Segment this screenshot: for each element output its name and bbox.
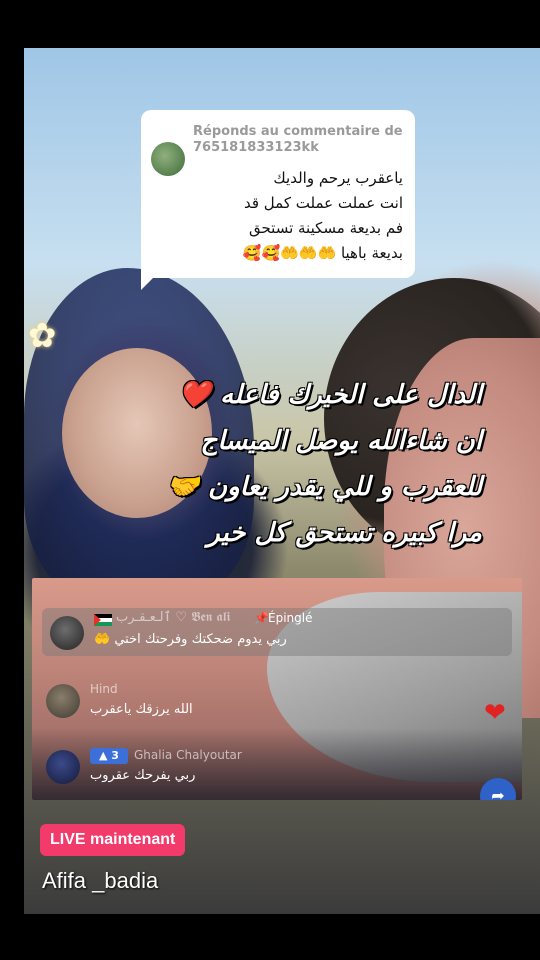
comment-text: ياعقرب يرحم والديك انت عملت عملت كمل قد … (173, 166, 403, 266)
flag-icon (94, 614, 112, 626)
live-comment-row[interactable]: Hind الله يرزقك ياعقرب (42, 680, 342, 724)
comment-message: ربي يفرحك عقروب (90, 768, 196, 783)
caption-line: مرا كبيره تستحق كل خير (207, 518, 482, 548)
reply-to-label: Réponds au commentaire de 765181833123kk (193, 124, 403, 155)
comment-line: فم بديعة مسكينة تستحق (248, 219, 403, 237)
pin-icon: 📌 (254, 611, 269, 625)
comment-message: الله يرزقك ياعقرب (90, 702, 193, 717)
video-caption: الدال على الخيرك فاعله ❤️ ان شاءالله يوص… (42, 372, 482, 556)
pinned-label: Épinglé (268, 611, 313, 625)
comment-line: انت عملت عملت كمل قد (244, 194, 403, 212)
flower-icon: ✿ (28, 316, 57, 356)
pinned-commenter-avatar[interactable] (50, 616, 84, 650)
host-name[interactable]: Afifa _badia (42, 868, 158, 894)
comment-line: بديعة باهيا 🤲🤲🤲🥰🥰 (242, 244, 403, 262)
commenter-avatar[interactable] (46, 750, 80, 784)
live-now-badge[interactable]: LIVE maintenant (40, 824, 186, 856)
caption-line: للعقرب و للي يقدر يعاون 🤝 (166, 472, 482, 502)
level-badge: ▲ 3 (90, 748, 128, 764)
live-stream-preview[interactable]: 𝕭𝖊𝖓 𝖆𝖑𝖎 ♡ ٱلـعـقـرب 📌 Épinglé ربي يدوم ض… (32, 578, 522, 800)
reply-comment-card[interactable]: Réponds au commentaire de 765181833123kk… (141, 110, 415, 278)
pinned-comment[interactable]: 𝕭𝖊𝖓 𝖆𝖑𝖎 ♡ ٱلـعـقـرب 📌 Épinglé ربي يدوم ض… (42, 608, 512, 656)
caption-line: الدال على الخيرك فاعله ❤️ (178, 380, 482, 410)
live-comment-row[interactable]: ▲ 3 Ghalia Chalyoutar ربي يفرحك عقروب (42, 746, 342, 790)
caption-line: ان شاءالله يوصل الميساج (200, 426, 482, 456)
pinned-message: ربي يدوم ضحكتك وفرحتك اختي 🤲 (94, 632, 287, 647)
commenter-avatar[interactable] (46, 684, 80, 718)
commenter-name: Ghalia Chalyoutar (134, 748, 242, 762)
heart-icon: ❤ (484, 698, 506, 728)
pinned-commenter-name: 𝕭𝖊𝖓 𝖆𝖑𝖎 ♡ ٱلـعـقـرب (116, 610, 231, 625)
comment-line: ياعقرب يرحم والديك (273, 169, 403, 187)
commenter-name: Hind (90, 682, 118, 696)
